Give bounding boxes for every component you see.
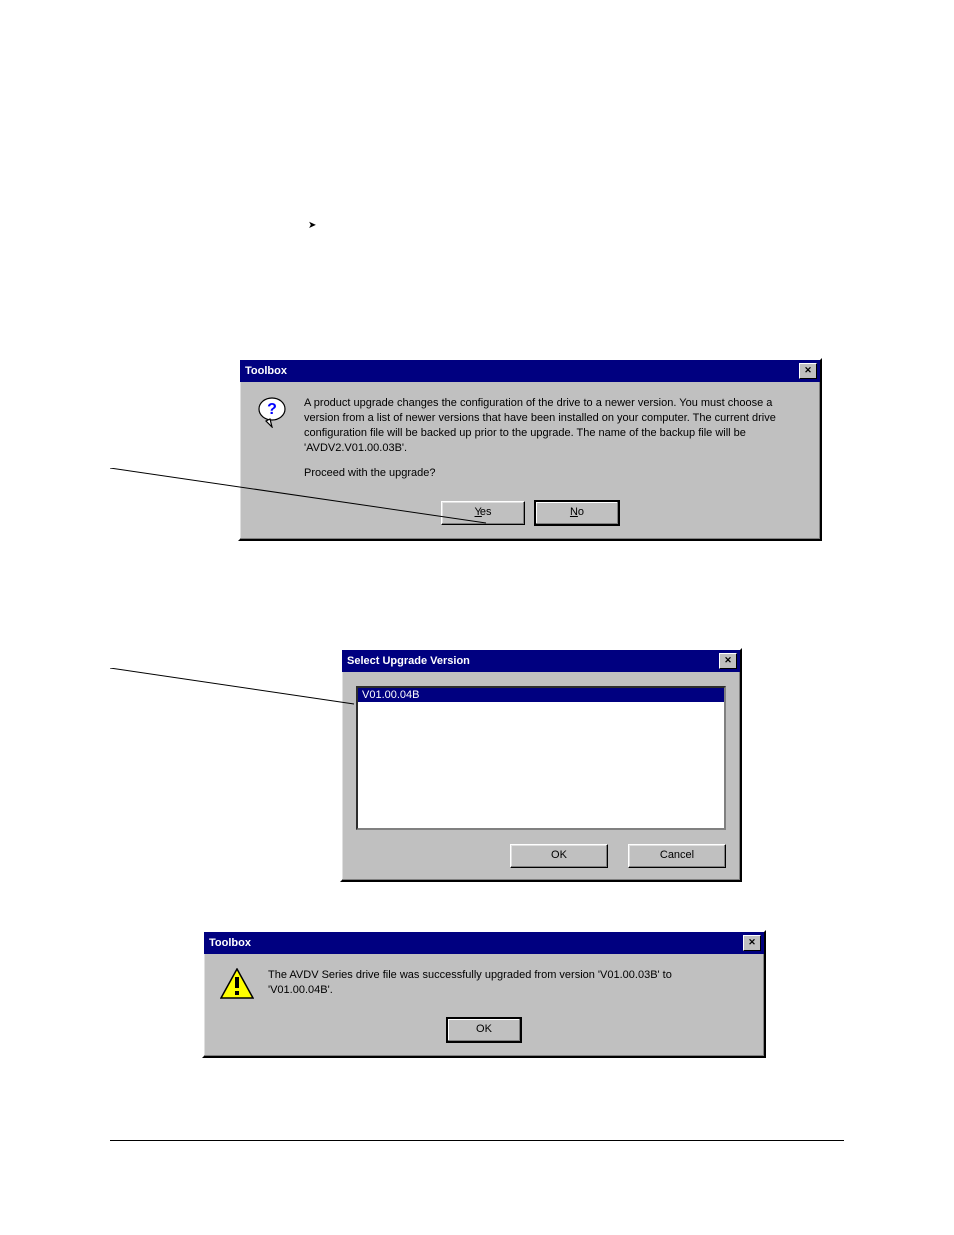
ok-button[interactable]: OK [510, 844, 608, 868]
dialog-title: Select Upgrade Version [345, 655, 470, 667]
dialog-message: The AVDV Series drive file was successfu… [268, 968, 728, 1008]
dialog-message: A product upgrade changes the configurat… [304, 396, 804, 491]
dialog-toolbox-confirm: Toolbox ✕ ? A product upgrade changes th… [238, 358, 822, 541]
titlebar: Toolbox ✕ [240, 360, 820, 382]
pointer-line-list [110, 668, 356, 708]
ok-button[interactable]: OK [447, 1018, 521, 1042]
list-item[interactable]: V01.00.04B [358, 688, 724, 702]
dialog-title: Toolbox [207, 937, 251, 949]
cancel-button[interactable]: Cancel [628, 844, 726, 868]
dialog-title: Toolbox [243, 365, 287, 377]
warning-icon [220, 968, 252, 1000]
version-listbox[interactable]: V01.00.04B [356, 686, 726, 830]
footer-rule [110, 1140, 844, 1141]
yes-button[interactable]: Yes [441, 501, 525, 525]
dialog-toolbox-success: Toolbox ✕ The AVDV Series drive file was… [202, 930, 766, 1058]
arrow-bullet: ➤ [308, 220, 316, 231]
titlebar: Select Upgrade Version ✕ [342, 650, 740, 672]
close-button[interactable]: ✕ [719, 653, 737, 669]
no-button[interactable]: No [535, 501, 619, 525]
question-icon: ? [256, 396, 288, 428]
close-button[interactable]: ✕ [799, 363, 817, 379]
svg-text:?: ? [267, 401, 277, 418]
titlebar: Toolbox ✕ [204, 932, 764, 954]
dialog-select-version: Select Upgrade Version ✕ V01.00.04B OK C… [340, 648, 742, 882]
close-button[interactable]: ✕ [743, 935, 761, 951]
